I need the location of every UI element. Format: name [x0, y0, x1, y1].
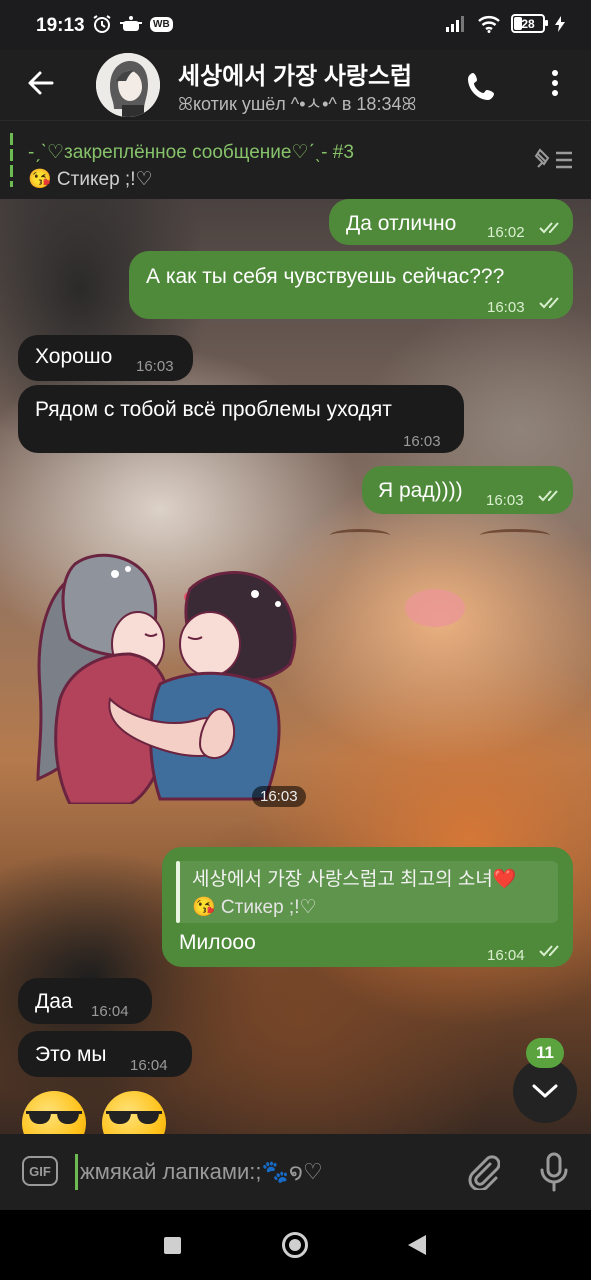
microphone-icon[interactable]: [538, 1152, 570, 1192]
charging-icon: [555, 15, 565, 32]
signal-icon: [446, 15, 464, 32]
read-ticks-icon: [539, 222, 559, 234]
message-time: 16:03: [486, 492, 524, 509]
chat-title[interactable]: 세상에서 가장 사랑스럽: [178, 56, 440, 91]
message-time: 16:02: [487, 224, 525, 241]
pinned-title: -ˏˋ♡закреплённое сообщение♡ˊˎ- #3: [28, 142, 354, 163]
reply-text: 😘 Стикер ;!♡: [192, 897, 317, 918]
message-incoming[interactable]: Хорошо 16:03: [18, 335, 193, 381]
message-time: 16:04: [487, 947, 525, 964]
message-text: Рядом с тобой всё проблемы уходят: [35, 398, 392, 421]
sunglasses-icon: [106, 1111, 162, 1124]
message-outgoing[interactable]: А как ты себя чувствуешь сейчас??? 16:03: [129, 251, 573, 319]
sunglasses-icon: [26, 1111, 82, 1124]
sunglasses-emoji-icon[interactable]: [102, 1091, 166, 1134]
message-text: Да отлично: [346, 212, 457, 235]
status-bar: 19:13 WB 28: [0, 0, 591, 50]
message-outgoing[interactable]: Я рад)))) 16:03: [362, 466, 573, 514]
status-time: 19:13: [36, 15, 85, 36]
reply-indicator: [176, 861, 180, 923]
wallpaper-cat-eye: [330, 529, 390, 542]
wallpaper-cat-eye: [480, 529, 550, 542]
phone-icon[interactable]: [466, 70, 498, 102]
chat-header: 세상에서 가장 사랑스럽 ꕤкотик ушёл ^•ㅅ•^ в 18:34ꕤ: [0, 50, 591, 120]
message-incoming[interactable]: Даа 16:04: [18, 978, 152, 1024]
gif-button[interactable]: GIF: [22, 1156, 58, 1186]
pinned-indicator: [10, 133, 13, 187]
chevron-down-icon: [532, 1084, 558, 1098]
message-input-bar: GIF: [0, 1134, 591, 1210]
alarm-icon: [93, 15, 111, 33]
avatar[interactable]: [96, 53, 160, 117]
back-button[interactable]: [408, 1235, 426, 1255]
text-cursor: [75, 1154, 78, 1190]
cooking-pot-icon: [120, 16, 142, 31]
message-outgoing-reply[interactable]: 세상에서 가장 사랑스럽고 최고의 소녀❤️ 😘 Стикер ;!♡ Мило…: [162, 847, 573, 967]
reply-title: 세상에서 가장 사랑스럽고 최고의 소녀❤️: [192, 869, 517, 890]
system-navigation-bar: [0, 1210, 591, 1280]
sticker-time: 16:03: [252, 786, 306, 807]
message-time: 16:03: [136, 358, 174, 375]
home-button[interactable]: [282, 1232, 308, 1258]
reply-preview[interactable]: 세상에서 가장 사랑스럽고 최고의 소녀❤️ 😘 Стикер ;!♡: [176, 861, 558, 923]
scroll-down-button[interactable]: [513, 1059, 577, 1123]
unread-count-badge: 11: [526, 1038, 564, 1068]
message-outgoing[interactable]: Да отлично 16:02: [329, 199, 573, 245]
read-ticks-icon: [539, 297, 559, 309]
recents-button[interactable]: [164, 1237, 181, 1254]
message-time: 16:04: [130, 1057, 168, 1074]
message-text: А как ты себя чувствуешь сейчас???: [146, 265, 505, 288]
avatar-image-icon: [96, 53, 160, 117]
status-right-icons: 28: [445, 14, 565, 33]
battery-level: 28: [521, 16, 535, 31]
chat-area[interactable]: Да отлично 16:02 А как ты себя чувствуеш…: [0, 199, 591, 1134]
message-text: Это мы: [35, 1043, 107, 1066]
read-ticks-icon: [538, 490, 558, 502]
status-left-icons: WB: [92, 14, 173, 34]
message-text: Милооо: [179, 931, 256, 954]
pinned-list-icon[interactable]: [534, 147, 574, 173]
message-text: Я рад)))): [378, 479, 463, 502]
message-time: 16:04: [91, 1003, 129, 1020]
message-text: Даа: [35, 990, 73, 1013]
sunglasses-emoji-icon[interactable]: [22, 1091, 86, 1134]
message-text: Хорошо: [35, 345, 113, 368]
message-input[interactable]: [80, 1154, 380, 1190]
message-time: 16:03: [403, 433, 441, 450]
more-vertical-icon[interactable]: [545, 68, 565, 98]
back-arrow-icon[interactable]: [26, 68, 56, 98]
message-time: 16:03: [487, 299, 525, 316]
battery-icon: 28: [511, 14, 548, 33]
wifi-icon: [478, 15, 500, 33]
chat-status: ꕤкотик ушёл ^•ㅅ•^ в 18:34ꕤ: [178, 94, 417, 114]
pinned-text: 😘 Стикер ;!♡: [28, 169, 153, 190]
message-incoming[interactable]: Рядом с тобой всё проблемы уходят 16:03: [18, 385, 464, 453]
message-incoming[interactable]: Это мы 16:04: [18, 1031, 192, 1077]
wb-badge-icon: WB: [150, 16, 173, 32]
wallpaper-cat-nose: [405, 589, 465, 627]
sticker-image[interactable]: [20, 549, 320, 804]
paperclip-icon[interactable]: [466, 1154, 500, 1190]
read-ticks-icon: [539, 945, 559, 957]
pinned-message-bar[interactable]: -ˏˋ♡закреплённое сообщение♡ˊˎ- #3 😘 Стик…: [0, 120, 591, 200]
